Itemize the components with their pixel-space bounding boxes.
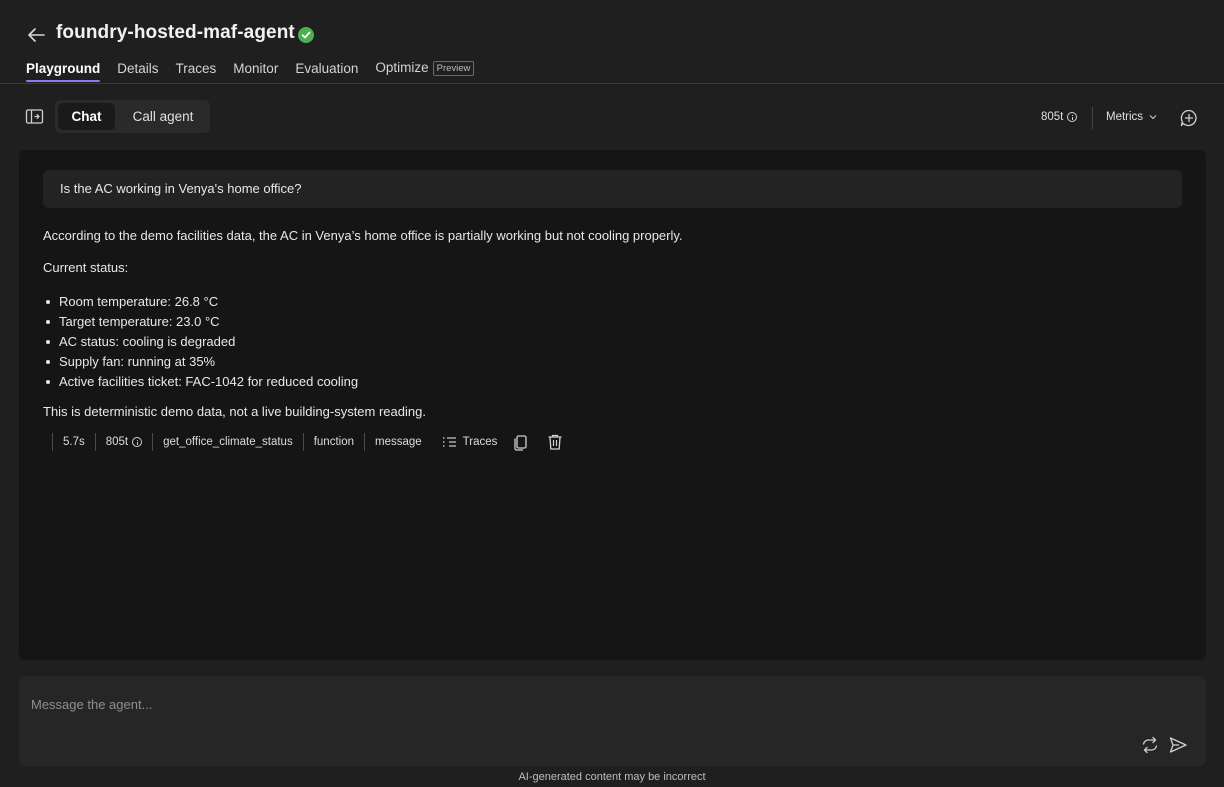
- check-circle-icon: [298, 27, 314, 43]
- tab-optimize-label: Optimize: [375, 60, 429, 75]
- toolbar-divider: [1092, 107, 1093, 129]
- new-chat-button[interactable]: [1179, 108, 1199, 128]
- token-count: 805t: [1041, 111, 1078, 123]
- send-button[interactable]: [1168, 735, 1188, 755]
- page-header: foundry-hosted-maf-agent Playground Deta…: [0, 0, 1224, 84]
- reply-status-heading: Current status:: [43, 260, 129, 275]
- token-count-value: 805t: [1041, 111, 1064, 123]
- sidebar-toggle-button[interactable]: [25, 108, 45, 126]
- user-message: Is the AC working in Venya's home office…: [43, 170, 1182, 208]
- panel-toggle-icon: [25, 109, 44, 124]
- message-kind-label: message: [363, 433, 432, 451]
- message-meta-row: 5.7s 805t get_office_climate_status func…: [52, 433, 575, 451]
- list-item: Target temperature: 23.0 °C: [43, 312, 1143, 332]
- tool-type-label: function: [302, 433, 364, 451]
- message-input[interactable]: [31, 694, 1131, 714]
- refresh-icon: [1142, 736, 1158, 754]
- trash-icon: [548, 434, 562, 450]
- tab-traces[interactable]: Traces: [176, 61, 217, 76]
- tab-details[interactable]: Details: [117, 61, 158, 76]
- list-item: Room temperature: 26.8 °C: [43, 292, 1143, 312]
- copy-icon: [514, 435, 528, 451]
- chat-panel: Is the AC working in Venya's home office…: [19, 150, 1206, 660]
- traces-button[interactable]: Traces: [432, 436, 508, 448]
- mode-switch: Chat Call agent: [55, 100, 210, 133]
- new-chat-icon: [1180, 109, 1197, 127]
- tab-playground[interactable]: Playground: [26, 61, 101, 82]
- tab-bar: Playground Details Traces Monitor Evalua…: [26, 58, 491, 82]
- status-list: Room temperature: 26.8 °C Target tempera…: [43, 292, 1143, 392]
- info-icon[interactable]: [1067, 112, 1078, 122]
- metrics-label: Metrics: [1106, 111, 1144, 123]
- tool-name-label: get_office_climate_status: [152, 433, 303, 451]
- send-icon: [1169, 737, 1187, 753]
- tab-evaluation[interactable]: Evaluation: [295, 61, 358, 76]
- agent-reply: According to the demo facilities data, t…: [43, 228, 1143, 420]
- ai-disclaimer: AI-generated content may be incorrect: [518, 771, 706, 783]
- tab-monitor[interactable]: Monitor: [233, 61, 278, 76]
- chevron-down-icon: [1149, 115, 1157, 120]
- call-agent-mode-button[interactable]: Call agent: [123, 103, 203, 130]
- refresh-button[interactable]: [1140, 735, 1160, 755]
- message-tokens: 805t: [94, 433, 152, 451]
- list-item: AC status: cooling is degraded: [43, 332, 1143, 352]
- metrics-dropdown[interactable]: Metrics: [1106, 111, 1157, 123]
- reply-footer: This is deterministic demo data, not a l…: [43, 404, 426, 419]
- arrow-left-icon: [28, 28, 45, 42]
- list-item: Supply fan: running at 35%: [43, 352, 1143, 372]
- list-item: Active facilities ticket: FAC-1042 for r…: [43, 372, 1143, 392]
- delete-button[interactable]: [545, 432, 565, 452]
- list-icon: [442, 437, 456, 447]
- duration-label: 5.7s: [52, 433, 95, 451]
- preview-badge: Preview: [432, 61, 475, 76]
- copy-button[interactable]: [511, 432, 531, 452]
- tab-optimize[interactable]: Optimize Preview: [375, 60, 475, 76]
- back-button[interactable]: [24, 23, 48, 47]
- message-tokens-value: 805t: [105, 436, 129, 448]
- traces-label: Traces: [462, 436, 498, 448]
- reply-intro: According to the demo facilities data, t…: [43, 228, 683, 243]
- agent-title: foundry-hosted-maf-agent: [56, 22, 295, 43]
- message-composer: [19, 676, 1206, 766]
- chat-mode-button[interactable]: Chat: [58, 103, 115, 130]
- info-icon[interactable]: [132, 437, 143, 447]
